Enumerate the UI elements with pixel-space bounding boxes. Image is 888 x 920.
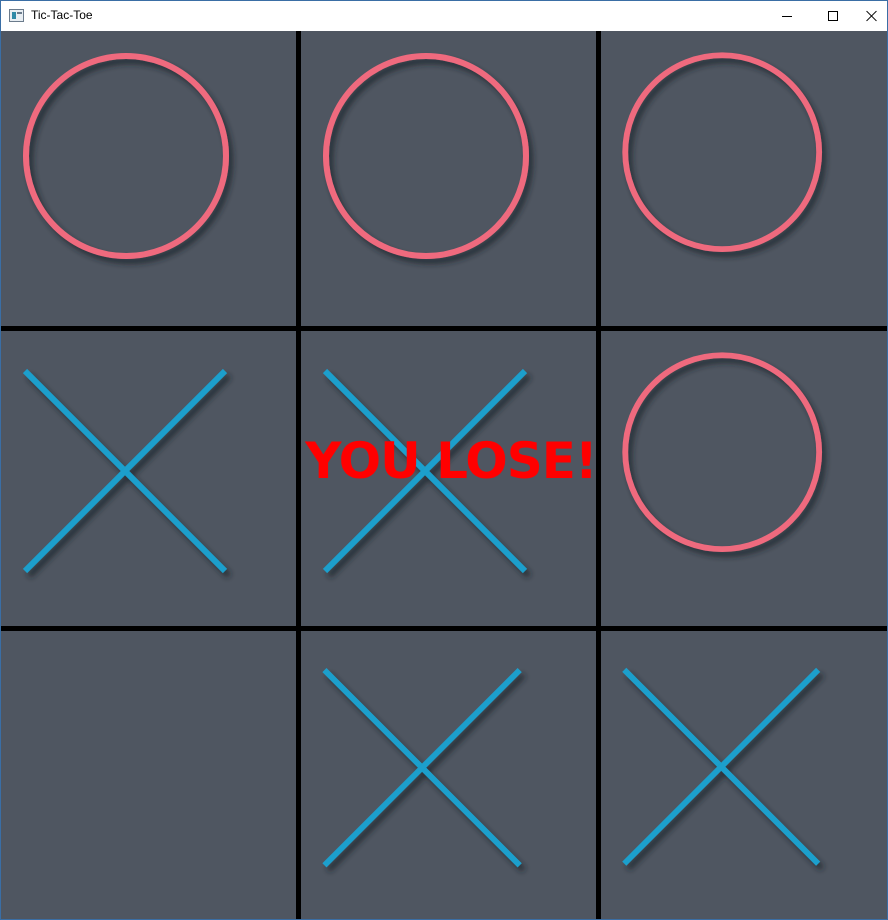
cell-bottom-left[interactable] [1, 631, 296, 919]
cell-middle-left[interactable] [1, 331, 296, 626]
cell-top-center[interactable] [301, 31, 596, 326]
window-title: Tic-Tac-Toe [31, 8, 93, 22]
cell-center[interactable] [301, 331, 596, 626]
close-icon [866, 10, 878, 22]
minimize-button[interactable] [764, 1, 810, 31]
title-bar[interactable]: Tic-Tac-Toe [1, 1, 887, 31]
game-board [1, 31, 887, 919]
o-mark-icon [323, 53, 529, 259]
x-mark-icon [322, 368, 528, 574]
x-mark-icon [22, 368, 228, 574]
close-button[interactable] [856, 1, 887, 31]
app-window: Tic-Tac-Toe YOU LOSE! [0, 0, 888, 920]
cell-bottom-right[interactable] [601, 631, 887, 919]
cell-bottom-center[interactable] [301, 631, 596, 919]
x-mark-icon [622, 667, 821, 866]
o-mark-icon [23, 53, 229, 259]
cell-top-left[interactable] [1, 31, 296, 326]
o-mark-icon [622, 352, 823, 553]
cell-middle-right[interactable] [601, 331, 887, 626]
x-mark-icon [322, 667, 522, 868]
minimize-icon [782, 15, 792, 17]
o-mark-icon [622, 52, 823, 253]
app-icon [9, 9, 24, 22]
cell-top-right[interactable] [601, 31, 887, 326]
maximize-icon [828, 11, 838, 21]
maximize-button[interactable] [810, 1, 856, 31]
